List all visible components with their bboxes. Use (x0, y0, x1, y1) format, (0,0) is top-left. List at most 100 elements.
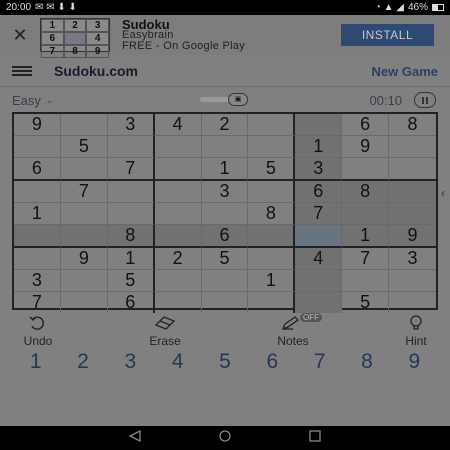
sudoku-cell[interactable]: 6 (295, 181, 343, 203)
sudoku-cell[interactable]: 6 (14, 158, 61, 181)
sudoku-cell[interactable] (389, 181, 436, 203)
sudoku-cell[interactable]: 7 (14, 292, 61, 313)
menu-icon[interactable] (12, 66, 32, 76)
sudoku-cell[interactable] (389, 158, 436, 181)
install-button[interactable]: INSTALL (341, 24, 434, 46)
app-icon[interactable]: 1 2 3 6 4 7 8 9 (40, 18, 110, 58)
sudoku-cell[interactable] (248, 181, 296, 203)
sudoku-cell[interactable]: 5 (342, 292, 390, 313)
sudoku-cell[interactable]: 1 (107, 248, 155, 270)
sudoku-cell[interactable] (342, 270, 390, 292)
sudoku-cell[interactable] (61, 292, 108, 313)
sudoku-cell[interactable] (154, 225, 202, 248)
number-button-9[interactable]: 9 (391, 348, 438, 376)
sudoku-cell[interactable] (60, 225, 108, 248)
sudoku-cell[interactable] (154, 181, 202, 203)
number-button-6[interactable]: 6 (249, 348, 296, 376)
pause-button[interactable] (414, 92, 436, 108)
sudoku-cell[interactable] (154, 158, 202, 181)
erase-button[interactable]: Erase (130, 315, 200, 348)
close-icon[interactable]: ✕ (0, 25, 40, 46)
recents-icon[interactable] (308, 429, 322, 447)
sudoku-cell[interactable]: 8 (248, 203, 296, 225)
sudoku-cell[interactable] (107, 181, 155, 203)
number-button-4[interactable]: 4 (154, 348, 201, 376)
sudoku-cell[interactable]: 6 (342, 114, 390, 136)
ad-banner[interactable]: ✕ 1 2 3 6 4 7 8 9 Sudoku Easybrain FREE … (0, 15, 450, 58)
sudoku-cell[interactable] (248, 225, 296, 248)
number-button-7[interactable]: 7 (296, 348, 343, 376)
sudoku-cell[interactable] (295, 114, 343, 136)
home-icon[interactable] (218, 429, 232, 447)
sudoku-cell[interactable]: 7 (60, 181, 108, 203)
number-button-1[interactable]: 1 (12, 348, 59, 376)
sudoku-cell[interactable] (14, 136, 61, 158)
notes-button[interactable]: OFF Notes (258, 313, 328, 348)
sudoku-cell[interactable] (14, 225, 61, 248)
sudoku-cell[interactable] (60, 114, 108, 136)
sudoku-cell[interactable] (155, 292, 202, 313)
sudoku-cell[interactable]: 2 (154, 248, 202, 270)
sudoku-cell[interactable]: 9 (389, 225, 436, 248)
new-game-button[interactable]: New Game (372, 64, 438, 79)
sudoku-cell[interactable]: 5 (201, 248, 249, 270)
sudoku-cell[interactable]: 5 (107, 270, 155, 292)
sudoku-cell[interactable]: 1 (248, 270, 296, 292)
sudoku-cell[interactable]: 8 (389, 114, 436, 136)
sudoku-cell[interactable]: 7 (342, 248, 390, 270)
sudoku-cell[interactable] (154, 136, 202, 158)
sudoku-cell[interactable] (60, 203, 108, 225)
sudoku-cell[interactable] (107, 136, 155, 158)
sudoku-cell[interactable]: 1 (201, 158, 249, 181)
sudoku-cell[interactable] (202, 292, 249, 313)
sudoku-cell[interactable]: 9 (60, 248, 108, 270)
sudoku-cell[interactable] (201, 136, 249, 158)
sudoku-cell[interactable] (389, 270, 436, 292)
sudoku-cell[interactable]: 1 (14, 203, 61, 225)
sudoku-cell[interactable] (248, 136, 296, 158)
sudoku-cell[interactable] (389, 292, 436, 313)
sudoku-cell[interactable] (201, 203, 249, 225)
sudoku-cell[interactable] (107, 203, 155, 225)
sudoku-cell[interactable] (389, 136, 436, 158)
sudoku-cell[interactable]: 8 (107, 225, 155, 248)
number-button-8[interactable]: 8 (343, 348, 390, 376)
sudoku-cell[interactable]: 3 (107, 114, 155, 136)
sudoku-cell[interactable] (295, 270, 343, 292)
sudoku-cell[interactable] (342, 158, 390, 181)
sudoku-cell[interactable]: 3 (14, 270, 61, 292)
sudoku-cell[interactable]: 9 (342, 136, 390, 158)
sudoku-cell[interactable] (201, 270, 249, 292)
sudoku-cell[interactable]: 4 (154, 114, 202, 136)
number-button-5[interactable]: 5 (201, 348, 248, 376)
sudoku-cell[interactable]: 6 (108, 292, 155, 313)
sudoku-cell[interactable] (248, 114, 296, 136)
sudoku-cell[interactable] (60, 158, 108, 181)
sudoku-cell[interactable]: 1 (295, 136, 343, 158)
sudoku-cell[interactable]: 7 (295, 203, 343, 225)
sudoku-cell[interactable] (14, 181, 61, 203)
sudoku-cell[interactable] (248, 248, 296, 270)
sudoku-cell[interactable] (389, 203, 436, 225)
sudoku-cell[interactable]: 1 (342, 225, 390, 248)
sudoku-cell[interactable]: 6 (201, 225, 249, 248)
number-button-3[interactable]: 3 (107, 348, 154, 376)
back-icon[interactable] (128, 429, 142, 447)
sudoku-cell[interactable]: 3 (201, 181, 249, 203)
sudoku-cell[interactable]: 4 (295, 248, 343, 270)
sudoku-cell[interactable]: 7 (107, 158, 155, 181)
sudoku-cell[interactable] (295, 225, 343, 248)
sudoku-cell[interactable]: 5 (248, 158, 296, 181)
sudoku-cell[interactable] (342, 203, 390, 225)
sudoku-cell[interactable]: 5 (60, 136, 108, 158)
theme-toggle[interactable]: ▣ (200, 93, 250, 106)
sudoku-cell[interactable] (14, 248, 61, 270)
sudoku-cell[interactable] (248, 292, 296, 313)
sudoku-cell[interactable] (295, 292, 343, 313)
sudoku-cell[interactable]: 8 (342, 181, 390, 203)
sudoku-cell[interactable]: 3 (389, 248, 436, 270)
number-button-2[interactable]: 2 (59, 348, 106, 376)
difficulty-selector[interactable]: Easy ⌄ (12, 93, 53, 108)
sudoku-cell[interactable]: 2 (201, 114, 249, 136)
sudoku-cell[interactable] (154, 270, 202, 292)
